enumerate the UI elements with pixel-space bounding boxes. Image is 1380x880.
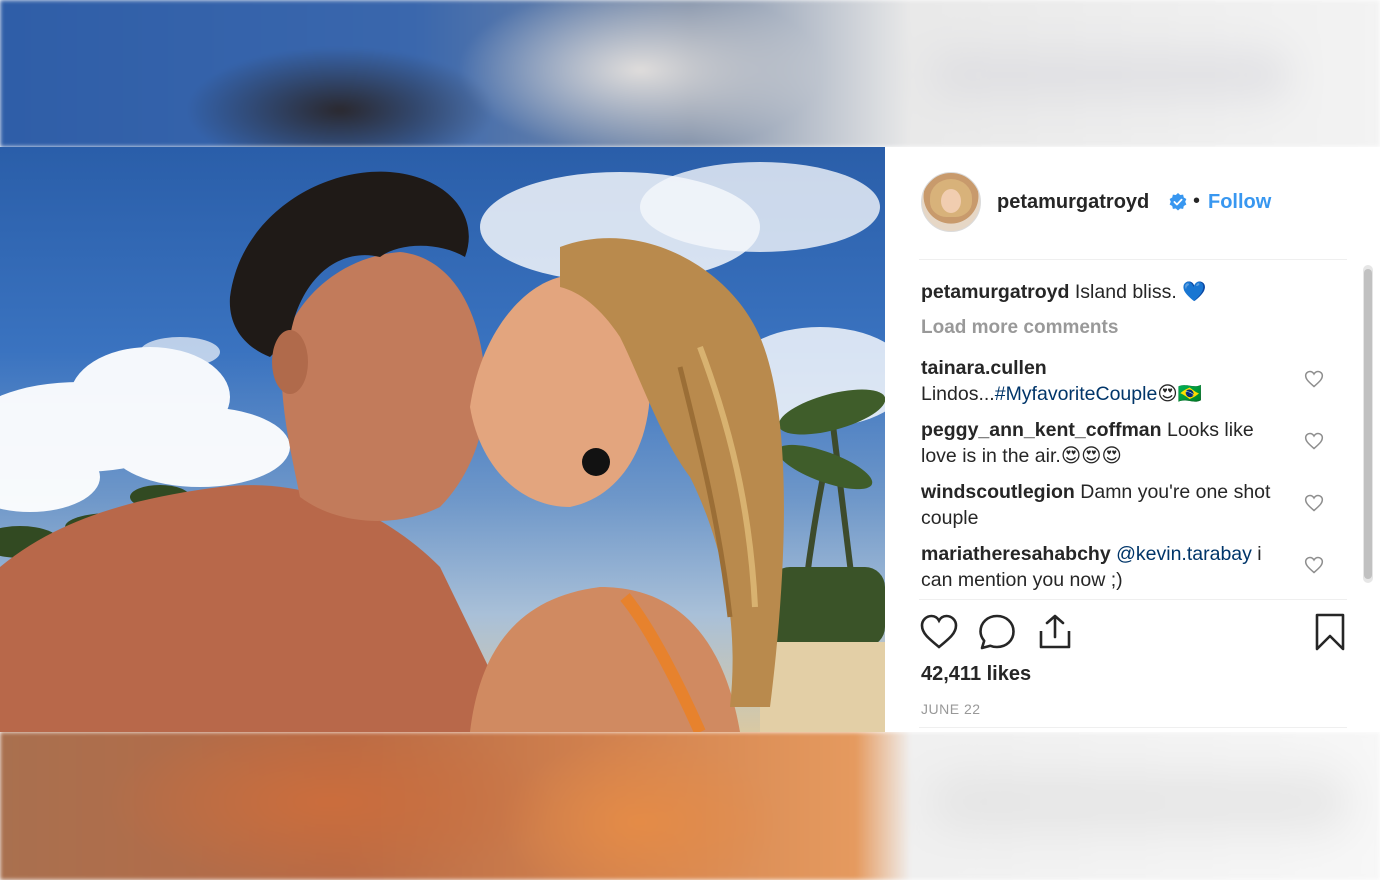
blurred-background-top [0, 0, 1380, 147]
bookmark-icon[interactable] [1310, 612, 1350, 652]
post-caption: petamurgatroyd Island bliss. 💙 [921, 279, 1301, 305]
post-panel: petamurgatroyd • Follow petamurgatroyd I… [885, 147, 1380, 732]
comment-username[interactable]: peggy_ann_kent_coffman [921, 419, 1162, 441]
header-username[interactable]: petamurgatroyd [997, 191, 1149, 214]
comment-text: Lindos... [921, 383, 995, 405]
comment-mention-link[interactable]: @kevin.tarabay [1116, 543, 1252, 565]
comments-scrollbar-thumb[interactable] [1364, 269, 1372, 579]
caption-text: Island bliss. 💙 [1074, 281, 1207, 303]
comment-username[interactable]: tainara.cullen [921, 357, 1047, 379]
comment-item: windscoutlegion Damn you're one shot cou… [921, 479, 1287, 531]
avatar[interactable] [921, 172, 981, 232]
heart-icon[interactable] [919, 612, 959, 652]
post-header: petamurgatroyd • Follow [885, 147, 1380, 259]
caption-username[interactable]: petamurgatroyd [921, 281, 1069, 303]
comment-like-heart-icon[interactable] [1304, 369, 1324, 389]
verified-badge-icon [1169, 193, 1187, 211]
comment-item: peggy_ann_kent_coffman Looks like love i… [921, 417, 1287, 469]
comment-bubble-icon[interactable] [977, 612, 1017, 652]
comment-item: mariatheresahabchy @kevin.tarabay i can … [921, 541, 1287, 593]
action-bar [885, 597, 1380, 651]
post-photo [0, 147, 885, 732]
comment-like-heart-icon[interactable] [1304, 431, 1324, 451]
separator-dot: • [1193, 190, 1201, 212]
likes-count[interactable]: 42,411 likes [921, 663, 1031, 686]
blurred-background-bottom [0, 732, 1380, 880]
comment-text-suffix: 😍🇧🇷 [1157, 383, 1202, 405]
post-date[interactable]: JUNE 22 [921, 701, 981, 717]
load-more-comments-button[interactable]: Load more comments [921, 317, 1118, 339]
comment-username[interactable]: mariatheresahabchy [921, 543, 1111, 565]
header-divider [919, 259, 1347, 260]
comment-hashtag-link[interactable]: #MyfavoriteCouple [995, 383, 1158, 405]
comment-item: tainara.cullen Lindos...#MyfavoriteCoupl… [921, 355, 1287, 407]
follow-button[interactable]: Follow [1208, 191, 1271, 214]
comment-like-heart-icon[interactable] [1304, 493, 1324, 513]
share-icon[interactable] [1035, 612, 1075, 652]
footer-divider [919, 727, 1347, 728]
comment-username[interactable]: windscoutlegion [921, 481, 1075, 503]
comment-like-heart-icon[interactable] [1304, 555, 1324, 575]
